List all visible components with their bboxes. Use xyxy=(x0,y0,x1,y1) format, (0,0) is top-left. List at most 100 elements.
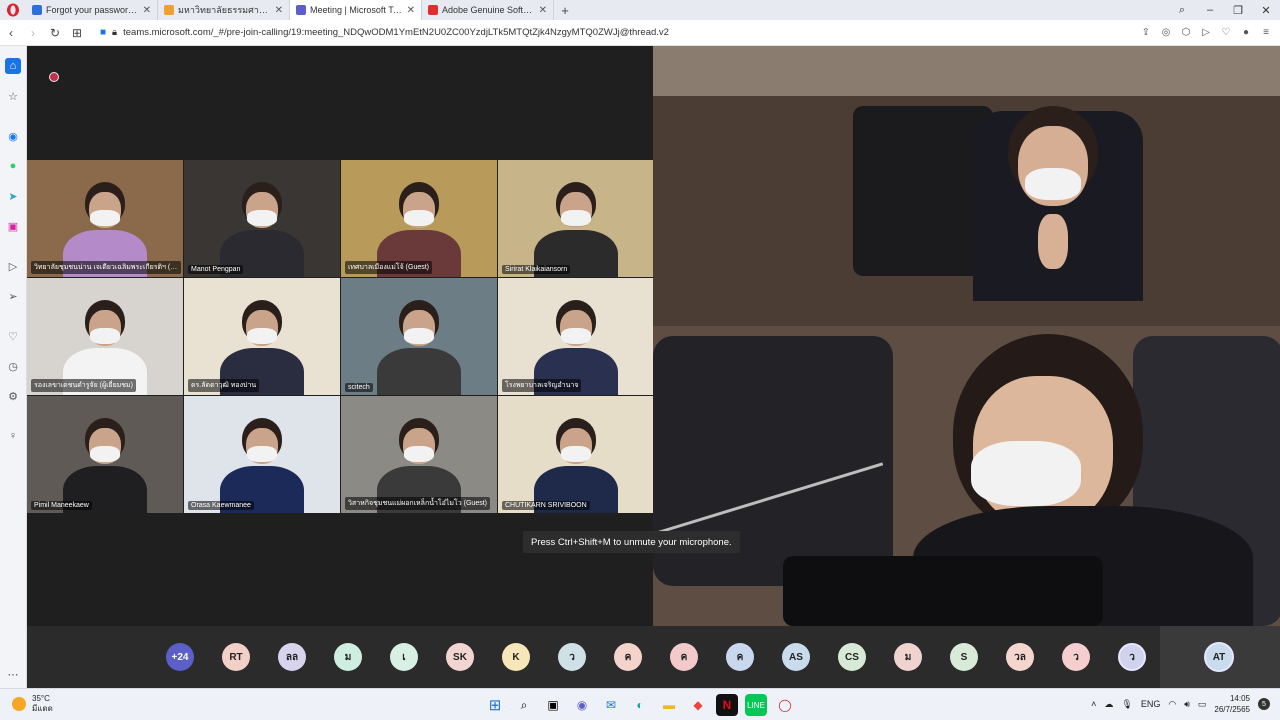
snapshot-icon[interactable]: ◎ xyxy=(1160,27,1172,38)
participant-avatar[interactable]: RT xyxy=(222,643,250,671)
wifi-icon[interactable]: ◠ xyxy=(1168,699,1176,710)
participant-avatar[interactable]: S xyxy=(950,643,978,671)
participant-avatar[interactable]: ว xyxy=(1062,643,1090,671)
opera-logo-icon[interactable] xyxy=(0,0,26,20)
url-field[interactable]: teams.microsoft.com/_#/pre-join-calling/… xyxy=(123,27,669,38)
browser-tab[interactable]: Meeting | Microsoft Tea ✕ xyxy=(290,0,422,20)
participant-video-tile[interactable]: เทศบาลเมืองแม่โจ้ (Guest) xyxy=(341,160,497,277)
reload-icon[interactable]: ↻ xyxy=(44,26,66,40)
participant-avatar[interactable]: เ xyxy=(390,643,418,671)
camera-in-use-icon[interactable]: ■ xyxy=(100,27,106,38)
share-icon[interactable]: ⇪ xyxy=(1140,27,1152,38)
messenger-icon[interactable]: ◉ xyxy=(5,128,21,144)
participant-avatar[interactable]: ว xyxy=(1118,643,1146,671)
notification-badge[interactable]: 5 xyxy=(1258,698,1270,710)
bookmark-icon[interactable]: ☆ xyxy=(5,88,21,104)
tab-close-icon[interactable]: ✕ xyxy=(407,5,415,16)
task-view-icon[interactable]: ▣ xyxy=(542,694,564,716)
participant-video-tile[interactable]: Pimil Maneekaew xyxy=(27,396,183,513)
participant-avatar[interactable]: ค xyxy=(726,643,754,671)
participant-avatar[interactable]: ค xyxy=(670,643,698,671)
participant-avatar[interactable]: K xyxy=(502,643,530,671)
more-participants-button[interactable]: +24 xyxy=(166,643,194,671)
back-icon[interactable]: ‹ xyxy=(0,26,22,40)
tab-close-icon[interactable]: ✕ xyxy=(275,5,283,16)
weather-widget[interactable]: 35°C มีแดด xyxy=(12,694,53,714)
participant-video-tile[interactable]: วิสาหกิจชุมชนแม่ผอกเหล็กน้ำโอ๋ไมโว (Gues… xyxy=(341,396,497,513)
send-icon[interactable]: ➢ xyxy=(5,288,21,304)
mail-icon[interactable]: ✉ xyxy=(600,694,622,716)
browser-tab[interactable]: Adobe Genuine Software ✕ xyxy=(422,0,554,20)
lock-icon[interactable]: 🔒︎ xyxy=(112,27,117,38)
participant-avatar[interactable]: SK xyxy=(446,643,474,671)
self-preview[interactable]: AT xyxy=(1160,626,1280,688)
participant-avatar[interactable]: ม xyxy=(894,643,922,671)
new-tab-button[interactable]: + xyxy=(554,3,576,18)
opera-sidebar: ⌂ ☆ ◉ ● ➤ ▣ ▷ ➢ ♡ ◷ ⚙ ♀ ⋯ xyxy=(0,46,27,688)
instagram-icon[interactable]: ▣ xyxy=(5,218,21,234)
favorites-icon[interactable]: ♡ xyxy=(5,328,21,344)
anydesk-icon[interactable]: ◆ xyxy=(687,694,709,716)
tab-close-icon[interactable]: ✕ xyxy=(143,5,151,16)
participant-video-tile[interactable]: Manot Pengpan xyxy=(184,160,340,277)
maximize-icon[interactable]: ❐ xyxy=(1224,4,1252,17)
settings-icon[interactable]: ⚙ xyxy=(5,388,21,404)
participant-avatar[interactable]: ม xyxy=(334,643,362,671)
netflix-icon[interactable]: N xyxy=(716,694,738,716)
onedrive-icon[interactable]: ☁ xyxy=(1104,699,1113,710)
close-window-icon[interactable]: ✕ xyxy=(1252,4,1280,17)
telegram-icon[interactable]: ➤ xyxy=(5,188,21,204)
participant-video-tile[interactable]: โรงพยาบาลเจริญอำนาจ xyxy=(498,278,654,395)
recording-icon xyxy=(49,72,59,82)
battery-icon[interactable]: ▭ xyxy=(1198,699,1207,710)
microphone-icon[interactable]: 🎙︎ xyxy=(1121,699,1132,710)
participant-video-tile[interactable]: ดร.ลัดดาวุฒิ ทองปาน xyxy=(184,278,340,395)
participant-avatar[interactable]: CS xyxy=(838,643,866,671)
participant-video-tile[interactable]: CHUTIKARN SRIVIBOON xyxy=(498,396,654,513)
participant-video-tile[interactable]: Sirirat Klaikaiansorn xyxy=(498,160,654,277)
active-speaker-video[interactable] xyxy=(653,46,1280,626)
language-indicator[interactable]: ENG xyxy=(1141,699,1161,709)
self-avatar[interactable]: AT xyxy=(1204,642,1234,672)
adblock-icon[interactable]: ⬡ xyxy=(1180,27,1192,38)
teams-chat-icon[interactable]: ◉ xyxy=(571,694,593,716)
play-icon[interactable]: ▷ xyxy=(1200,27,1212,38)
line-icon[interactable]: LINE xyxy=(745,694,767,716)
participant-avatar[interactable]: ค xyxy=(614,643,642,671)
browser-tab[interactable]: มหาวิทยาลัยธรรมศาสตร์ ✕ xyxy=(158,0,290,20)
browser-tab[interactable]: Forgot your password? - Z ✕ xyxy=(26,0,158,20)
participant-video-tile[interactable]: รองเลขาเดชนดำรูจัย (ผู้เยี่ยมชม) xyxy=(27,278,183,395)
minimize-icon[interactable]: – xyxy=(1196,4,1224,16)
participant-avatar[interactable]: AS xyxy=(782,643,810,671)
edge-icon[interactable]: ◐ xyxy=(629,694,651,716)
search-tabs-icon[interactable]: ⌕ xyxy=(1168,4,1196,17)
file-explorer-icon[interactable]: ▬ xyxy=(658,694,680,716)
participant-avatar[interactable]: ลล xyxy=(278,643,306,671)
participant-video-tile[interactable]: วิทยาลัยชุมชนน่าน เจเดียวเฉลิมพระเกียรติ… xyxy=(27,160,183,277)
forward-icon[interactable]: › xyxy=(22,26,44,40)
participant-video-tile[interactable]: Orasa Kaewmanee xyxy=(184,396,340,513)
search-icon[interactable]: ⌕ xyxy=(513,694,535,716)
participant-video-tile[interactable]: scitech xyxy=(341,278,497,395)
tips-icon[interactable]: ♀ xyxy=(5,428,21,444)
participant-avatar[interactable]: วล xyxy=(1006,643,1034,671)
menu-icon[interactable]: ≡ xyxy=(1260,27,1272,38)
heart-icon[interactable]: ♡ xyxy=(1220,27,1232,38)
participant-name-label: วิทยาลัยชุมชนน่าน เจเดียวเฉลิมพระเกียรติ… xyxy=(31,261,181,274)
participant-avatar[interactable]: ว xyxy=(558,643,586,671)
chevron-up-icon[interactable]: ˄ xyxy=(1091,699,1096,709)
volume-icon[interactable]: 🔊︎ xyxy=(1184,699,1190,710)
home-icon[interactable]: ⌂ xyxy=(5,58,21,74)
tab-close-icon[interactable]: ✕ xyxy=(539,5,547,16)
more-icon[interactable]: ⋯ xyxy=(5,666,21,682)
opera-taskbar-icon[interactable]: ◯ xyxy=(774,694,796,716)
start-icon[interactable]: ⊞ xyxy=(484,694,506,716)
history-icon[interactable]: ◷ xyxy=(5,358,21,374)
whatsapp-icon[interactable]: ● xyxy=(5,158,21,174)
address-bar: ‹ › ↻ ⊞ ■ 🔒︎ teams.microsoft.com/_#/pre-… xyxy=(0,20,1280,46)
participant-name-label: Pimil Maneekaew xyxy=(31,501,92,510)
profile-icon[interactable]: ● xyxy=(1240,27,1252,38)
player-icon[interactable]: ▷ xyxy=(5,258,21,274)
speed-dial-icon[interactable]: ⊞ xyxy=(66,26,88,40)
clock[interactable]: 14:05 26/7/2565 xyxy=(1214,693,1250,715)
